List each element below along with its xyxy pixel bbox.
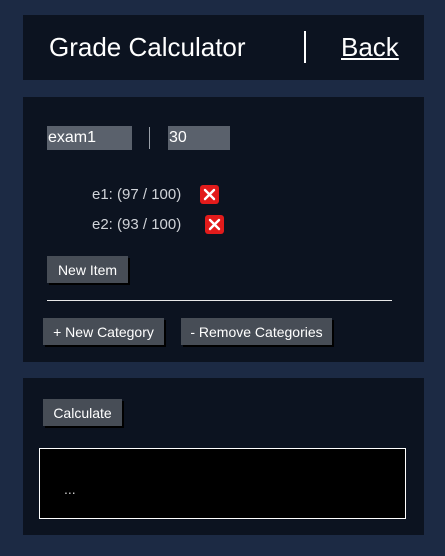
divider	[47, 300, 392, 301]
close-icon	[208, 218, 221, 231]
header-divider	[304, 31, 306, 63]
delete-item-button[interactable]	[205, 215, 224, 234]
close-icon	[203, 188, 216, 201]
category-panel: e1: (97 / 100) e2: (93 / 100) New Item +…	[23, 97, 424, 362]
header-panel: Grade Calculator Back	[23, 15, 424, 80]
calculate-panel: Calculate ...	[23, 378, 424, 535]
new-item-button[interactable]: New Item	[47, 256, 128, 283]
calculate-button[interactable]: Calculate	[43, 399, 122, 426]
category-weight-input[interactable]	[168, 126, 230, 150]
item-label: e2: (93 / 100)	[92, 216, 182, 233]
item-label: e1: (97 / 100)	[92, 186, 182, 203]
category-name-input[interactable]	[47, 126, 132, 150]
delete-item-button[interactable]	[200, 185, 219, 204]
remove-categories-button[interactable]: - Remove Categories	[181, 318, 332, 345]
field-divider	[149, 127, 150, 149]
result-output: ...	[39, 448, 406, 519]
result-text: ...	[64, 481, 76, 497]
list-item: e2: (93 / 100)	[92, 215, 181, 235]
list-item: e1: (97 / 100)	[92, 185, 181, 205]
new-category-button[interactable]: + New Category	[43, 318, 164, 345]
back-link[interactable]: Back	[341, 31, 399, 63]
page-title: Grade Calculator	[49, 32, 246, 62]
